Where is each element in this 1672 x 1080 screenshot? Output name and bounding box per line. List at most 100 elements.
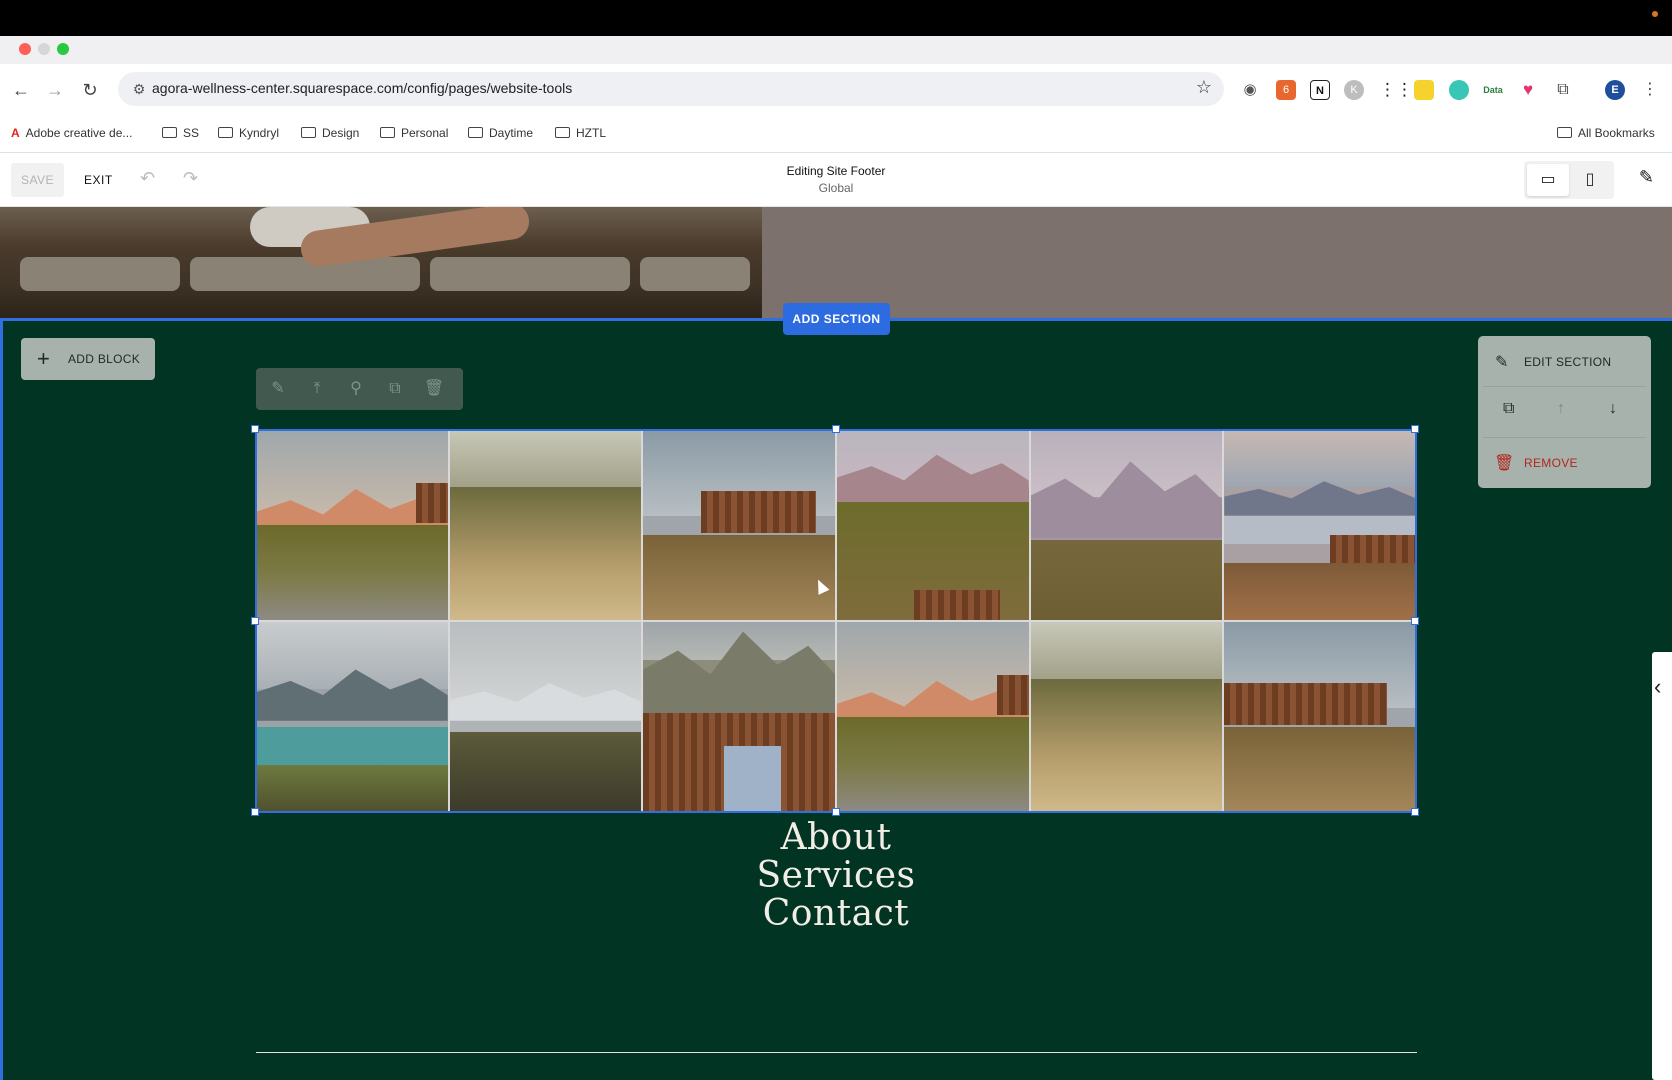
profile-initial: E: [1611, 84, 1619, 96]
browser-window: ← → ↻ ⚙ agora-wellness-center.squarespac…: [0, 36, 1672, 153]
notion-icon[interactable]: N: [1310, 80, 1330, 100]
close-window-button[interactable]: [19, 43, 31, 55]
bookmark-label: Adobe creative de...: [25, 126, 133, 140]
redo-icon[interactable]: ↷: [183, 168, 198, 189]
side-panel-tab[interactable]: ‹: [1652, 652, 1672, 1080]
maximize-window-button[interactable]: [57, 43, 69, 55]
folder-icon: [218, 127, 233, 138]
chrome-menu-icon[interactable]: ⋮: [1640, 80, 1660, 100]
site-styles-brush-icon[interactable]: ✎: [1639, 167, 1654, 188]
bookmark-folder-design[interactable]: Design: [301, 126, 359, 140]
folder-icon: [380, 127, 395, 138]
heart-icon[interactable]: ♥: [1518, 80, 1538, 100]
bookmark-label: Personal: [401, 126, 449, 140]
undo-icon[interactable]: ↶: [140, 168, 155, 189]
mobile-view-icon[interactable]: ▯: [1569, 164, 1611, 196]
forward-icon[interactable]: →: [43, 78, 67, 102]
move-section-down-icon[interactable]: ↓: [1609, 400, 1617, 418]
device-view-toggle: ▭ ▯: [1524, 161, 1614, 199]
url-text[interactable]: agora-wellness-center.squarespace.com/co…: [152, 80, 572, 96]
add-section-button[interactable]: ADD SECTION: [783, 303, 890, 335]
cushion-shape: [430, 257, 630, 291]
footer-link-services[interactable]: Services: [636, 857, 1036, 895]
footer-link-contact[interactable]: Contact: [636, 895, 1036, 933]
move-to-top-icon[interactable]: ⤒: [306, 378, 328, 400]
resize-handle[interactable]: [832, 425, 840, 433]
squarespace-editor-bar: SAVE EXIT ↶ ↷ Editing Site Footer Global…: [0, 153, 1672, 207]
cushion-shape: [20, 257, 180, 291]
resize-handle[interactable]: [1411, 617, 1419, 625]
bookmark-label: SS: [183, 126, 200, 140]
bookmark-folder-daytime[interactable]: Daytime: [468, 126, 533, 140]
bookmark-folder-hztl[interactable]: HZTL: [555, 126, 606, 140]
bookmark-adobe[interactable]: A Adobe creative de...: [11, 126, 132, 140]
edit-section-button[interactable]: ✎ EDIT SECTION: [1478, 336, 1651, 386]
resize-handle[interactable]: [251, 617, 259, 625]
trash-icon: 🗑: [1494, 455, 1515, 472]
block-toolbar: ✎ ⤒ ⚲ ⧉ 🗑: [256, 368, 463, 410]
edit-section-label: EDIT SECTION: [1524, 355, 1612, 369]
bookmark-label: Design: [322, 126, 360, 140]
puzzle-extensions-icon[interactable]: ⧉: [1553, 80, 1573, 100]
cushion-shape: [640, 257, 750, 291]
extension-badge-count: 6: [1282, 84, 1290, 96]
minimize-window-button[interactable]: [38, 43, 50, 55]
adobe-logo-icon: A: [11, 126, 20, 140]
extension-k-icon[interactable]: K: [1344, 80, 1364, 100]
apps-grid-icon[interactable]: ⋮⋮: [1379, 80, 1413, 100]
resize-handle[interactable]: [1411, 425, 1419, 433]
desktop-view-icon[interactable]: ▭: [1527, 164, 1569, 196]
editing-scope-text: Global: [818, 181, 854, 195]
duplicate-section-icon[interactable]: ⧉: [1503, 400, 1514, 418]
address-bar[interactable]: ⚙ agora-wellness-center.squarespace.com/…: [118, 72, 1224, 106]
move-section-up-icon[interactable]: ↑: [1557, 400, 1565, 418]
site-info-icon[interactable]: ⚙: [128, 78, 150, 100]
resize-handle[interactable]: [251, 808, 259, 816]
bookmark-label: Kyndryl: [239, 126, 280, 140]
folder-icon: [555, 127, 570, 138]
chevron-left-icon: ‹: [1654, 674, 1662, 699]
bookmarks-bar: A Adobe creative de... SS Kyndryl Design …: [0, 116, 1672, 153]
resize-handle[interactable]: [251, 425, 259, 433]
delete-block-icon[interactable]: 🗑: [423, 378, 445, 400]
edit-block-icon[interactable]: ✎: [267, 378, 289, 400]
cushion-shape: [190, 257, 420, 291]
bookmark-folder-ss[interactable]: SS: [162, 126, 199, 140]
exit-button[interactable]: EXIT: [84, 163, 113, 197]
folder-icon: [301, 127, 316, 138]
folder-icon: [1557, 127, 1572, 138]
bookmark-star-icon[interactable]: ☆: [1196, 77, 1212, 98]
extension-badge-icon[interactable]: 6: [1276, 80, 1296, 100]
previous-section-panel: [762, 207, 1672, 320]
resize-handle[interactable]: [832, 808, 840, 816]
camera-icon[interactable]: ◉: [1240, 80, 1260, 100]
profile-avatar[interactable]: E: [1605, 80, 1625, 100]
editing-title: Editing Site Footer Global: [736, 164, 936, 195]
data-extension-icon[interactable]: Data: [1483, 80, 1503, 100]
back-icon[interactable]: ←: [9, 78, 33, 102]
footer-navigation: About Services Contact: [636, 819, 1036, 933]
browser-toolbar: ← → ↻ ⚙ agora-wellness-center.squarespac…: [0, 64, 1672, 116]
sticky-note-icon[interactable]: [1414, 80, 1434, 100]
tab-strip: [0, 36, 1672, 64]
pin-icon[interactable]: ⚲: [345, 378, 367, 400]
resize-handle[interactable]: [1411, 808, 1419, 816]
remove-section-button[interactable]: 🗑 REMOVE: [1478, 437, 1651, 488]
gallery-selection-frame: [255, 429, 1417, 813]
save-button[interactable]: SAVE: [11, 163, 64, 197]
all-bookmarks-label: All Bookmarks: [1578, 126, 1655, 140]
editing-title-text: Editing Site Footer: [786, 164, 886, 178]
add-block-button[interactable]: + ADD BLOCK: [21, 338, 155, 380]
data-extension-label: Data: [1483, 85, 1503, 95]
color-picker-icon[interactable]: [1449, 80, 1469, 100]
reload-icon[interactable]: ↻: [78, 78, 102, 102]
all-bookmarks[interactable]: All Bookmarks: [1557, 126, 1655, 140]
page-canvas: ADD SECTION + ADD BLOCK ✎ ⤒ ⚲ ⧉ 🗑 ✎ EDIT…: [0, 207, 1672, 1080]
folder-icon: [162, 127, 177, 138]
footer-link-about[interactable]: About: [636, 819, 1036, 857]
bookmark-folder-personal[interactable]: Personal: [380, 126, 448, 140]
duplicate-block-icon[interactable]: ⧉: [384, 378, 406, 400]
bookmark-folder-kyndryl[interactable]: Kyndryl: [218, 126, 279, 140]
plus-icon: +: [37, 346, 51, 371]
folder-icon: [468, 127, 483, 138]
